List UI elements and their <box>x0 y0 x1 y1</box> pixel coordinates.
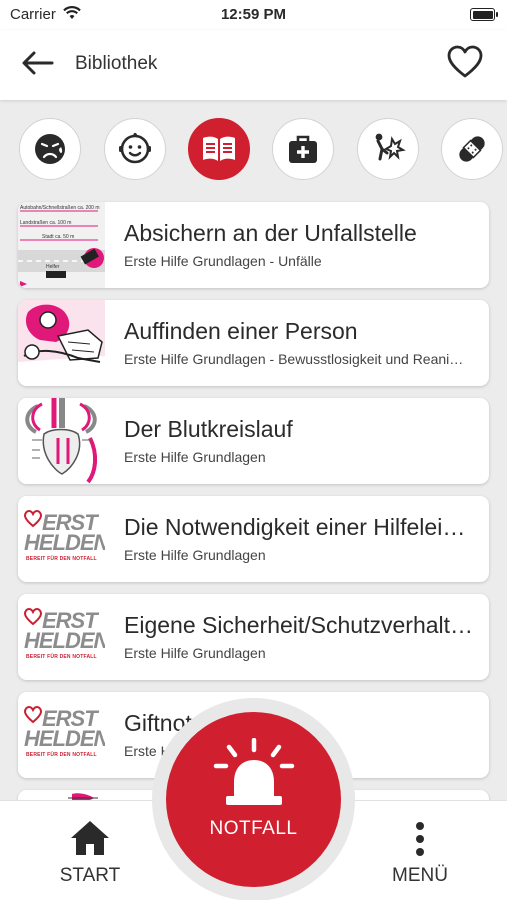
logo-tagline: BEREIT FÜR DEN NOTFALL <box>26 752 97 758</box>
erste-helden-logo: ERST HELDEN BEREIT FÜR DEN NOTFALL <box>22 510 105 570</box>
item-title: Eigene Sicherheit/Schutzverhalten <box>124 612 474 638</box>
distressed-face-icon <box>35 134 65 164</box>
back-button[interactable] <box>20 48 56 78</box>
diagram-label: Helfer <box>46 264 60 270</box>
impact-injury-icon <box>375 133 406 161</box>
list-item[interactable]: Der Blutkreislauf Erste Hilfe Grundlagen <box>18 398 489 484</box>
logo-tagline: BEREIT FÜR DEN NOTFALL <box>26 556 97 562</box>
category-filter-row <box>0 116 507 182</box>
item-subtitle: Erste Hilfe Grundlagen - Bewusstlosigkei… <box>124 351 472 367</box>
item-title: Die Notwendigkeit einer Hilfeleistung <box>124 514 474 540</box>
item-subtitle: Erste Hilfe Grundlagen <box>124 645 266 661</box>
category-injury[interactable] <box>357 118 419 180</box>
category-bandage[interactable] <box>441 118 503 180</box>
bandage-icon <box>459 136 485 162</box>
road-safety-diagram-image: Autobahn/Schnellstraßen ca. 200 m Landst… <box>18 202 105 288</box>
list-item[interactable]: Autobahn/Schnellstraßen ca. 200 m Landst… <box>18 202 489 288</box>
item-thumbnail: ERST HELDEN BEREIT FÜR DEN NOTFALL <box>18 594 105 680</box>
item-thumbnail: ERST HELDEN BEREIT FÜR DEN NOTFALL <box>18 496 105 582</box>
person-found-illustration-image <box>18 300 105 386</box>
item-thumbnail: ERST HELDEN BEREIT FÜR DEN NOTFALL <box>18 692 105 778</box>
top-app-bar: Bibliothek <box>0 30 507 100</box>
item-thumbnail <box>18 300 105 386</box>
favorites-button[interactable] <box>447 45 483 79</box>
category-library[interactable] <box>188 118 250 180</box>
logo-text-line2: HELDEN <box>24 530 105 555</box>
erste-helden-logo: ERST HELDEN BEREIT FÜR DEN NOTFALL <box>22 608 105 668</box>
category-first-aid-kit[interactable] <box>272 118 334 180</box>
page-title: Bibliothek <box>75 53 158 74</box>
diagram-label: Stadt ca. 50 m <box>42 234 74 240</box>
nav-menu-button[interactable]: MENÜ <box>378 819 462 889</box>
battery-icon <box>470 8 498 21</box>
more-vertical-icon <box>416 822 424 856</box>
item-thumbnail <box>18 398 105 484</box>
category-baby[interactable] <box>104 118 166 180</box>
heart-logo-icon <box>24 608 42 626</box>
nav-menu-label: MENÜ <box>392 865 448 886</box>
open-book-icon <box>203 136 235 161</box>
item-subtitle: Erste Hilfe Grundlagen <box>124 449 266 465</box>
nav-start-button[interactable]: START <box>48 819 132 889</box>
siren-icon <box>213 738 295 805</box>
list-item[interactable]: Auffinden einer Person Erste Hilfe Grund… <box>18 300 489 386</box>
item-subtitle: Erste Hilfe Grundlagen - Unfälle <box>124 253 322 269</box>
item-subtitle: Erste Hilfe Grundlagen <box>124 547 266 563</box>
logo-tagline: BEREIT FÜR DEN NOTFALL <box>26 654 97 660</box>
item-title: Auffinden einer Person <box>124 318 358 344</box>
item-thumbnail: Autobahn/Schnellstraßen ca. 200 m Landst… <box>18 202 105 288</box>
logo-text-line2: HELDEN <box>24 628 105 653</box>
heart-logo-icon <box>24 706 42 724</box>
status-bar: Carrier 12:59 PM <box>0 0 507 30</box>
item-title: Absichern an der Unfallstelle <box>124 220 417 246</box>
logo-text-line2: HELDEN <box>24 726 105 751</box>
diagram-label: Autobahn/Schnellstraßen ca. 200 m <box>20 205 100 211</box>
list-item[interactable]: ERST HELDEN BEREIT FÜR DEN NOTFALL Die N… <box>18 496 489 582</box>
baby-face-icon <box>119 132 151 164</box>
list-item[interactable]: ERST HELDEN BEREIT FÜR DEN NOTFALL Eigen… <box>18 594 489 680</box>
diagram-label: Landstraßen ca. 100 m <box>20 220 71 226</box>
home-icon <box>71 821 109 855</box>
heart-outline-icon <box>447 45 483 78</box>
clock: 12:59 PM <box>220 6 287 23</box>
blood-circulation-diagram-image <box>18 398 105 484</box>
item-title: Der Blutkreislauf <box>124 416 293 442</box>
notfall-button[interactable]: NOTFALL <box>166 712 341 887</box>
medical-bag-icon <box>289 135 317 163</box>
nav-start-label: START <box>59 865 121 886</box>
erste-helden-logo: ERST HELDEN BEREIT FÜR DEN NOTFALL <box>22 706 105 766</box>
notfall-label: NOTFALL <box>209 818 298 839</box>
category-emergency-face[interactable] <box>19 118 81 180</box>
arrow-left-icon <box>22 51 54 75</box>
heart-logo-icon <box>24 510 42 528</box>
